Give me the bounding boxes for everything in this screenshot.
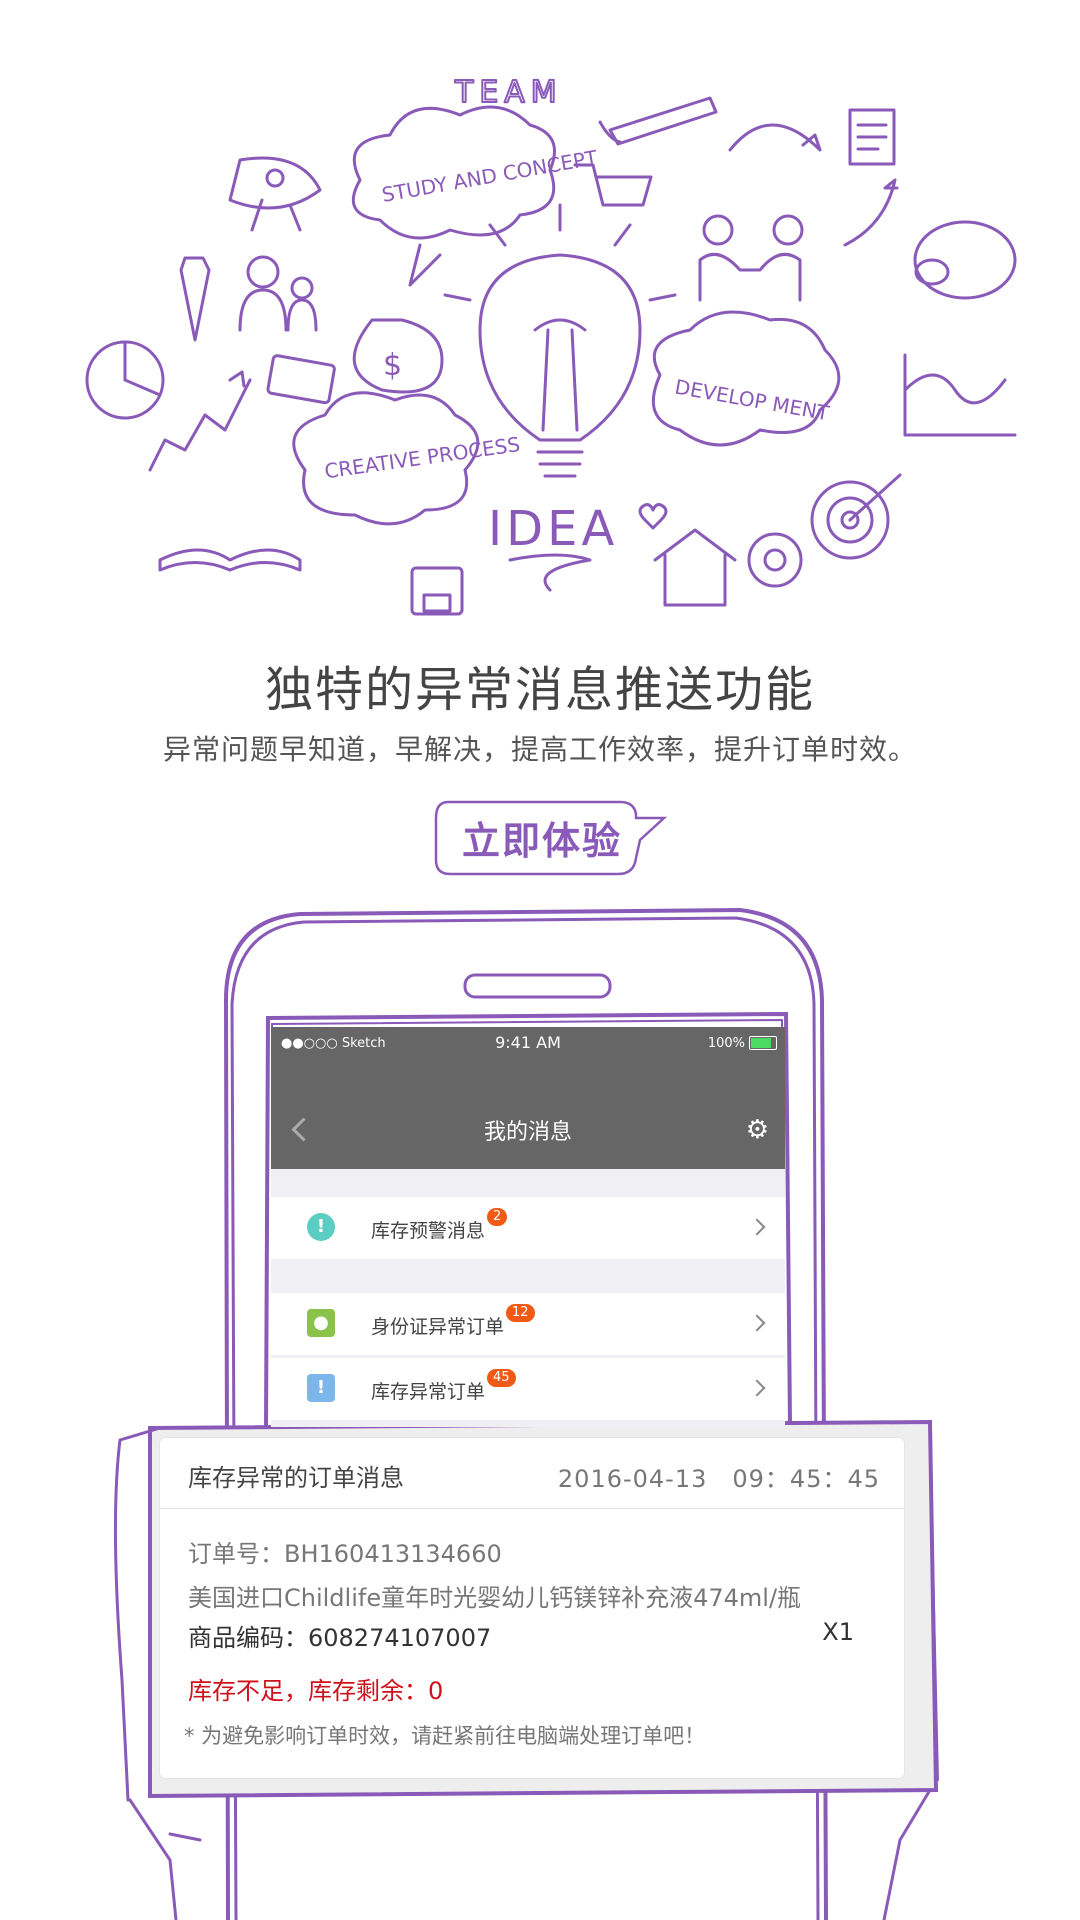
feature-title: 独特的异常消息推送功能 [264, 662, 815, 718]
order-number: 订单号：BH160413134660 [188, 1540, 502, 1568]
try-now-button[interactable]: 立即体验 [432, 796, 672, 878]
hero-illustration: TEAM STUDY AND CONCEPT $ IDEA CREATIVE P… [0, 0, 1080, 640]
message-item-stock-warning[interactable]: ! 库存预警消息2 [271, 1197, 785, 1259]
creative-doodle: CREATIVE PROCESS [323, 432, 522, 483]
count-badge: 12 [506, 1304, 535, 1322]
chevron-right-icon [748, 1314, 766, 1332]
alert-badge-icon: ! [307, 1213, 335, 1241]
develop-doodle: DEVELOP MENT [673, 375, 832, 426]
clipboard-alert-icon: ! [307, 1374, 335, 1402]
notification-card[interactable]: 库存异常的订单消息 2016-04-13 09：45：45 订单号：BH1604… [160, 1438, 904, 1778]
product-name: 美国进口Childlife童年时光婴幼儿钙镁锌补充液474ml/瓶 [188, 1584, 802, 1612]
battery-icon [749, 1036, 777, 1050]
status-bar: ●●○○○ Sketch 9:41 AM 100% [271, 1027, 785, 1059]
message-item-stock-order[interactable]: ! 库存异常订单45 [271, 1357, 785, 1420]
notification-time: 2016-04-13 09：45：45 [557, 1465, 880, 1493]
try-now-label: 立即体验 [461, 819, 622, 863]
team-doodle: TEAM [454, 75, 563, 110]
chevron-right-icon [748, 1218, 766, 1236]
message-item-id-card[interactable]: ● 身份证异常订单12 [271, 1293, 785, 1355]
notification-note: * 为避免影响订单时效，请赶紧前往电脑端处理订单吧！ [184, 1724, 706, 1748]
nav-title: 我的消息 [483, 1120, 572, 1145]
notification-title: 库存异常的订单消息 [188, 1464, 404, 1492]
count-badge: 45 [487, 1369, 516, 1387]
nav-bar: 我的消息 ⚙ [271, 1059, 785, 1169]
count-badge: 2 [487, 1208, 508, 1226]
phone-screen: ●●○○○ Sketch 9:41 AM 100% 我的消息 ⚙ ! 库存预警消… [271, 1027, 785, 1427]
feature-subtitle: 异常问题早知道，早解决，提高工作效率，提升订单时效。 [162, 733, 917, 766]
study-doodle: STUDY AND CONCEPT [380, 145, 600, 207]
message-item-label: 库存预警消息 [371, 1220, 486, 1242]
idea-doodle: IDEA [488, 501, 618, 557]
battery-percent: 100% [707, 1036, 745, 1051]
message-item-label: 库存异常订单 [371, 1381, 486, 1403]
gear-icon[interactable]: ⚙ [746, 1115, 769, 1145]
product-sku: 商品编码：608274107007 [188, 1624, 492, 1652]
quantity: X1 [822, 1618, 854, 1646]
dollar-doodle: $ [383, 348, 402, 383]
stock-warning: 库存不足，库存剩余：0 [188, 1677, 444, 1705]
id-card-icon: ● [307, 1309, 335, 1337]
message-item-label: 身份证异常订单 [371, 1316, 505, 1338]
chevron-right-icon [748, 1379, 766, 1397]
card-header: 库存异常的订单消息 2016-04-13 09：45：45 [160, 1438, 904, 1509]
